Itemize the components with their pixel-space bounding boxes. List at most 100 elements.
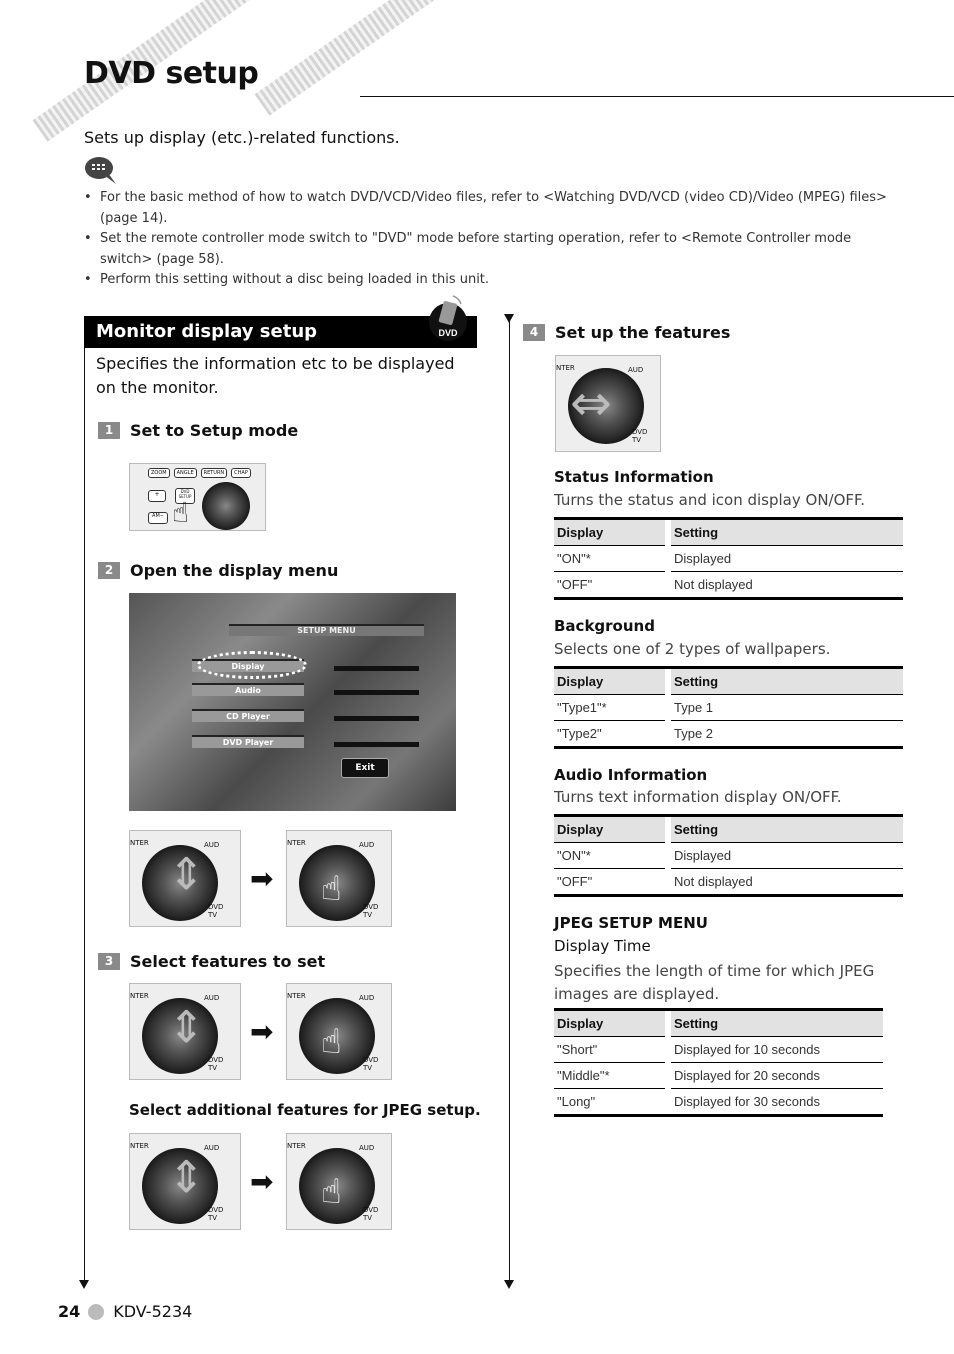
note-item: Set the remote controller mode switch to… (84, 229, 904, 270)
remote-label: AUD (204, 994, 220, 1002)
setting-cell: Displayed for 20 seconds (671, 1063, 883, 1089)
table-header-row: Display Setting (554, 517, 903, 546)
table-row: "ON"* Displayed (554, 546, 903, 572)
audio-information-table: Display Setting "ON"* Displayed "OFF" Not d… (554, 814, 903, 897)
table-title: Audio Information (554, 766, 708, 784)
step-number: 2 (98, 562, 120, 579)
section-description: Specifies the information etc to be disp… (96, 354, 455, 397)
table-description: Turns text information display ON/OFF. (554, 788, 842, 806)
decorative-stripe (254, 0, 458, 116)
remote-label: NTER (287, 1142, 306, 1150)
table-row: "Type2" Type 2 (554, 721, 903, 749)
next-arrow-icon: ➡ (250, 862, 274, 895)
remote-label: NTER (556, 364, 575, 372)
menu-item-audio[interactable]: Audio (192, 683, 304, 696)
menu-item-cd-player[interactable]: CD Player (192, 709, 304, 722)
remote-key: CHAP (231, 468, 251, 478)
column-header: Setting (671, 814, 903, 843)
table-row: "Middle"* Displayed for 20 seconds (554, 1063, 883, 1089)
step-label: Set up the features (555, 323, 731, 342)
remote-label: AUD (204, 1144, 220, 1152)
step-label: Select features to set (130, 952, 326, 971)
remote-label: DVD TV (363, 903, 379, 919)
remote-label: DVD TV (208, 903, 224, 919)
footer-dot-icon (88, 1303, 105, 1320)
note-speech-bubble-icon (85, 157, 116, 184)
remote-label: NTER (130, 992, 149, 1000)
pointing-hand-icon: ☝ (321, 1172, 342, 1212)
setting-cell: Displayed for 10 seconds (671, 1037, 883, 1063)
step-number: 1 (98, 422, 120, 439)
table-row: "OFF" Not displayed (554, 869, 903, 897)
setting-cell: Displayed for 30 seconds (671, 1089, 883, 1117)
remote-label: DVD TV (208, 1056, 224, 1072)
setting-cell: Type 2 (671, 721, 903, 749)
table-row: "OFF" Not displayed (554, 572, 903, 600)
page-subtitle: Sets up display (etc.)-related functions… (84, 128, 400, 147)
column-header: Display (554, 517, 665, 546)
dvd-remote-badge-icon: DVD (429, 295, 467, 341)
display-cell: "ON"* (554, 546, 665, 572)
next-arrow-icon: ➡ (250, 1015, 274, 1048)
remote-setup-button-illustration: ZOOM ANGLE RETURN CHAP + DVD SETUP AM− ☝ (129, 463, 266, 531)
flow-arrow-icon (79, 1280, 89, 1289)
menu-bar (334, 690, 419, 695)
step-1: 1 Set to Setup mode (98, 421, 298, 440)
step-number: 3 (98, 953, 120, 970)
table-description: Turns the status and icon display ON/OFF… (554, 491, 866, 509)
setting-cell: Type 1 (671, 695, 903, 721)
note-item: For the basic method of how to watch DVD… (84, 188, 904, 229)
remote-label: AUD (204, 841, 220, 849)
remote-label: DVD TV (363, 1206, 379, 1222)
step-3: 3 Select features to set (98, 952, 325, 971)
display-cell: "ON"* (554, 843, 665, 869)
up-down-arrow-icon: ⇕ (168, 849, 205, 900)
setup-menu-title: SETUP MENU (229, 624, 424, 636)
exit-button[interactable]: Exit (341, 758, 389, 778)
page-footer: 24 KDV-5234 (58, 1302, 192, 1321)
status-information-table: Display Setting "ON"* Displayed "OFF" Not d… (554, 517, 903, 600)
remote-dial-left-right-illustration: ⇔ NTER AUD DVD TV (555, 355, 661, 452)
model-name: KDV-5234 (113, 1302, 193, 1321)
remote-dial-press-illustration: ☝ NTER AUD DVD TV (286, 1133, 392, 1230)
title-rule (360, 96, 954, 97)
column-header: Setting (671, 517, 903, 546)
remote-dial (202, 482, 250, 530)
table-row: "Short" Displayed for 10 seconds (554, 1037, 883, 1063)
menu-bar (334, 666, 419, 671)
remote-label: AUD (359, 841, 375, 849)
step-4: 4 Set up the features (523, 323, 730, 342)
page-title: DVD setup (84, 56, 259, 91)
column-header: Display (554, 1008, 665, 1037)
setting-cell: Not displayed (671, 869, 903, 897)
remote-dial-up-down-illustration: ⇕ NTER AUD DVD TV (129, 830, 241, 927)
pointing-hand-icon: ☝ (321, 869, 342, 909)
column-header: Setting (671, 666, 903, 695)
note-item: Perform this setting without a disc bein… (84, 270, 904, 291)
step-number: 4 (523, 324, 545, 341)
pointing-hand-icon: ☝ (172, 496, 190, 529)
remote-label: NTER (287, 992, 306, 1000)
remote-key: RETURN (200, 468, 228, 478)
table-header-row: Display Setting (554, 1008, 883, 1037)
remote-key: + (148, 490, 166, 502)
table-title: Status Information (554, 468, 714, 486)
jpeg-description: Specifies the length of time for which J… (554, 962, 875, 1003)
menu-item-dvd-player[interactable]: DVD Player (192, 735, 304, 748)
remote-label: NTER (287, 839, 306, 847)
setting-cell: Displayed (671, 546, 903, 572)
display-cell: "Middle"* (554, 1063, 665, 1089)
up-down-arrow-icon: ⇕ (168, 1152, 205, 1203)
jpeg-heading: JPEG SETUP MENU (554, 914, 708, 932)
table-header-row: Display Setting (554, 666, 903, 695)
setting-cell: Not displayed (671, 572, 903, 600)
column-header: Display (554, 814, 665, 843)
left-right-arrow-icon: ⇔ (570, 374, 612, 432)
table-row: "Type1"* Type 1 (554, 695, 903, 721)
remote-label: NTER (130, 839, 149, 847)
remote-label: DVD TV (632, 428, 648, 444)
remote-key: ZOOM (148, 468, 170, 478)
selection-highlight (197, 651, 307, 679)
remote-label: DVD TV (363, 1056, 379, 1072)
page-number: 24 (58, 1302, 81, 1321)
